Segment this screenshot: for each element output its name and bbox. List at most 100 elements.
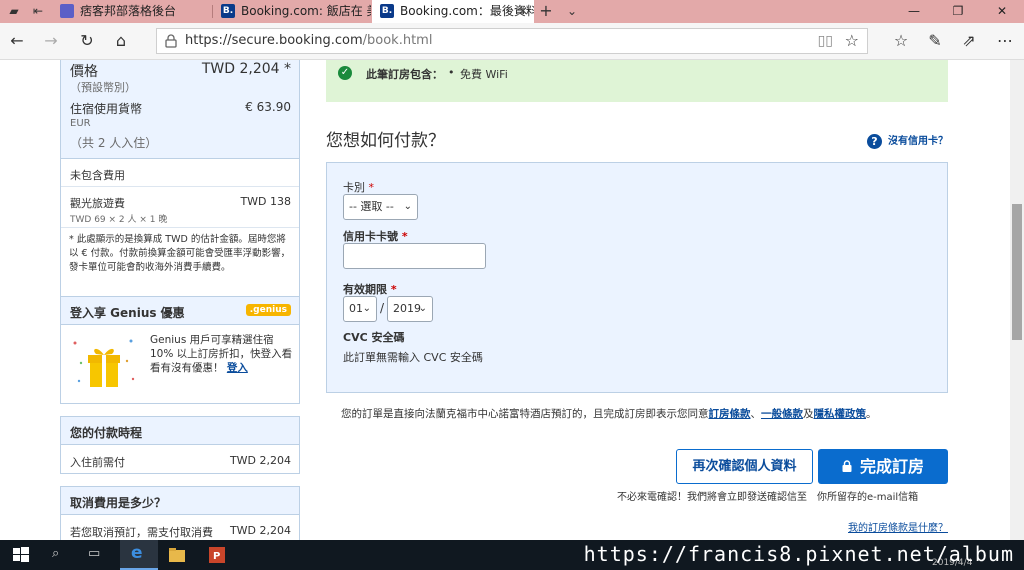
price-sublabel: （預設幣別） [70, 81, 136, 94]
my-booking-terms-link[interactable]: 我的訂房條款是什麼？ [848, 519, 948, 534]
search-icon[interactable]: ⌕ [52, 546, 70, 564]
cvc-label: CVC 安全碼 [343, 331, 405, 344]
payment-schedule-box: 您的付款時程 入住前需付 TWD 2,204 [60, 416, 300, 474]
genius-header: 登入享 Genius 優惠 .genius [61, 297, 299, 325]
browser-tab-strip: ▰ ⇤ 痞客邦部落格後台 B. Booking.com: 飯店在 美國洛 B. Bo… [0, 0, 1024, 23]
cancellation-fee-label: 若您取消預訂，需支付取消費 [70, 526, 213, 539]
page-scrollbar[interactable] [1010, 60, 1024, 540]
web-note-pen-icon[interactable]: ✎ [924, 31, 946, 51]
refresh-icon[interactable]: ↻ [76, 31, 98, 51]
included-label: 此筆訂房包含： [366, 68, 443, 81]
tourism-tax-detail: TWD 69 × 2 人 × 1 晚 [70, 215, 168, 225]
review-details-button[interactable]: 再次確認個人資料 [676, 449, 813, 484]
tab-pixnet[interactable]: 痞客邦部落格後台 [52, 0, 212, 23]
general-terms-link[interactable]: 一般條款 [761, 408, 803, 420]
cancellation-fee-box: 取消費用是多少？ 若您取消預訂，需支付取消費 TWD 2,204 [60, 486, 300, 540]
booking-favicon-icon: B. [380, 3, 394, 18]
no-credit-card-text: 沒有信用卡？ [888, 136, 948, 147]
question-icon: ? [867, 133, 882, 149]
powerpoint-icon[interactable]: P [208, 546, 226, 564]
terms-separator: 、 [750, 408, 762, 420]
url-host: https://secure.booking.com [185, 33, 363, 48]
home-icon[interactable]: ⌂ [110, 31, 132, 51]
tab-actions-icon[interactable]: ▰ [6, 3, 22, 19]
cancellation-fee-title: 取消費用是多少？ [61, 487, 299, 515]
scrollbar-thumb[interactable] [1012, 204, 1022, 340]
task-view-icon[interactable]: ▭ [88, 546, 106, 564]
privacy-policy-link[interactable]: 隱私權政策 [814, 408, 867, 420]
edge-taskbar-item[interactable]: e [120, 540, 158, 570]
tourism-tax-value: TWD 138 [240, 195, 291, 208]
expiry-year-select[interactable]: 2019 ⌄ [387, 296, 433, 322]
address-bar[interactable]: https://secure.booking.com/book.html ▯▯ … [156, 28, 868, 54]
checkmark-icon: ✓ [338, 66, 352, 80]
tab-label: Booking.com：最後資料 [400, 4, 534, 18]
cancellation-fee-value: TWD 2,204 [229, 524, 291, 537]
no-credit-card-link[interactable]: ? 沒有信用卡？ [867, 132, 948, 149]
card-number-input[interactable] [343, 243, 486, 269]
tab-list-chevron-icon[interactable]: ⌄ [564, 3, 580, 19]
booking-conditions-link[interactable]: 訂房條款 [709, 408, 751, 420]
pay-before-checkin-value: TWD 2,204 [229, 454, 291, 467]
url-path: /book.html [362, 33, 433, 48]
complete-booking-button[interactable]: 完成訂房 [818, 449, 948, 484]
card-number-label: 信用卡卡號 * [343, 228, 408, 244]
payment-schedule-title: 您的付款時程 [61, 417, 299, 445]
credit-card-form: 卡別 * -- 選取 -- ⌄ 信用卡卡號 * 有效期限 * 01 ⌄ / 20… [326, 162, 948, 393]
genius-login-box: 登入享 Genius 優惠 .genius Genius 用戶可享精選住宿 10… [60, 296, 300, 404]
browser-toolbar: ← → ↻ ⌂ https://secure.booking.com/book.… [0, 23, 1024, 60]
card-type-label-text: 卡別 [343, 181, 365, 194]
favorites-hub-icon[interactable]: ☆ [890, 31, 912, 51]
terms-suffix: 。 [866, 408, 877, 420]
windows-start-icon[interactable] [12, 546, 30, 564]
genius-title: 登入享 Genius 優惠 [70, 306, 185, 320]
expiry-month-select[interactable]: 01 ⌄ [343, 296, 377, 322]
terms-prefix: 您的訂單是直接向法蘭克福市中心諾富特酒店預訂的，且完成訂房即表示您同意 [341, 408, 709, 420]
back-arrow-icon[interactable]: ← [6, 31, 28, 51]
accommodation-currency-label: 住宿使用貨幣 [70, 102, 143, 116]
terms-separator: 及 [803, 408, 814, 420]
expiry-separator: / [380, 301, 385, 315]
forward-arrow-icon[interactable]: → [40, 31, 62, 51]
windows-taskbar: ⌕ ▭ e P 2019/4/4 https://francis8.pixnet… [0, 540, 1024, 570]
set-aside-tabs-icon[interactable]: ⇤ [30, 3, 46, 19]
required-mark: * [368, 181, 375, 194]
card-type-select[interactable]: -- 選取 -- ⌄ [343, 194, 418, 220]
divider [61, 186, 299, 187]
reading-view-icon[interactable]: ▯▯ [818, 33, 833, 49]
accommodation-currency-value: € 63.90 [245, 100, 291, 114]
genius-login-link[interactable]: 登入 [227, 362, 248, 374]
cvc-note: 此訂單無需輸入 CVC 安全碼 [343, 351, 483, 364]
close-window-button[interactable]: ✕ [980, 0, 1024, 23]
genius-description: Genius 用戶可享精選住宿 10% 以上訂房折扣，快登入看看有沒有優惠！ [150, 334, 293, 374]
share-icon[interactable]: ⇗ [958, 31, 980, 51]
more-options-icon[interactable]: ⋯ [994, 31, 1016, 51]
expiry-year-value: 2019 [393, 302, 421, 315]
tab-booking-final[interactable]: B. Booking.com：最後資料 ✕ [372, 0, 534, 23]
guest-count: （共 2 人入住） [70, 136, 158, 150]
expiry-month-value: 01 [349, 302, 363, 315]
genius-text: Genius 用戶可享精選住宿 10% 以上訂房折扣，快登入看看有沒有優惠！ 登… [150, 333, 296, 375]
new-tab-button[interactable]: + [538, 3, 554, 19]
expiry-label: 有效期限 * [343, 281, 397, 297]
minimize-button[interactable]: — [892, 0, 936, 23]
lock-icon [842, 459, 852, 472]
free-wifi-item: 免費 WiFi [460, 68, 508, 81]
terms-statement: 您的訂單是直接向法蘭克福市中心諾富特酒店預訂的，且完成訂房即表示您同意訂房條款、… [341, 406, 877, 421]
close-tab-icon[interactable]: ✕ [518, 0, 528, 23]
favorite-star-icon[interactable]: ☆ [845, 31, 859, 50]
excluded-fees-label: 未包含費用 [70, 169, 125, 182]
expiry-label-text: 有效期限 [343, 283, 387, 296]
divider [61, 227, 299, 228]
file-explorer-icon[interactable] [168, 546, 186, 564]
edge-browser-icon: e [131, 543, 143, 563]
gift-icon [73, 339, 135, 387]
card-type-label: 卡別 * [343, 179, 374, 195]
payment-method-title: 您想如何付款？ [326, 131, 445, 151]
maximize-button[interactable]: ❐ [936, 0, 980, 23]
chevron-down-icon: ⌄ [362, 303, 371, 314]
booking-favicon-icon: B. [221, 3, 235, 18]
pixnet-favicon-icon [60, 3, 74, 18]
tab-label: Booking.com: 飯店在 美國洛 [241, 4, 371, 18]
tab-booking-hotel[interactable]: B. Booking.com: 飯店在 美國洛 [213, 0, 371, 23]
